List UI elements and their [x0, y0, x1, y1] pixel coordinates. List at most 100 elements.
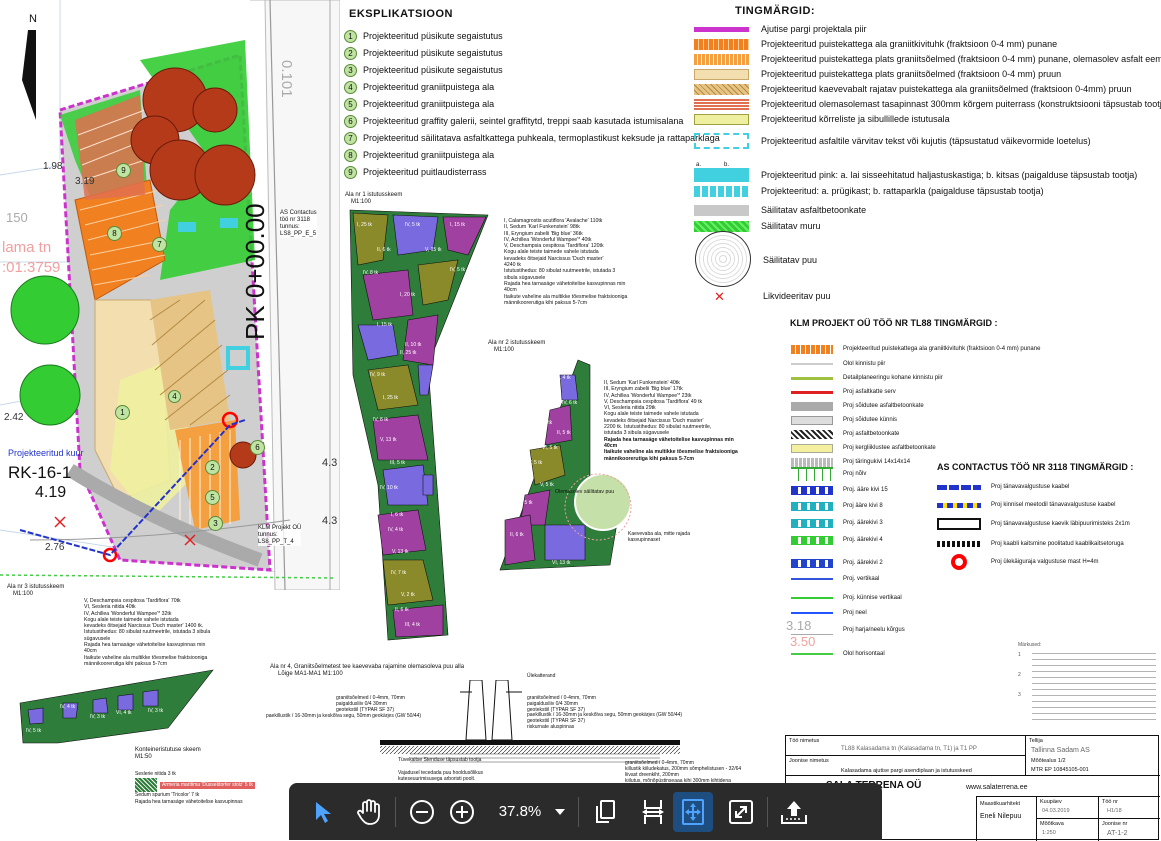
legend-text: Projekteeritud puistekattega plats grani…	[761, 53, 1161, 64]
klm-swatch	[791, 390, 833, 394]
item-text: Projekteeritud püsikute segaistutus	[363, 30, 503, 41]
fit-page-button[interactable]	[673, 791, 713, 832]
page-view-button[interactable]	[585, 792, 625, 832]
contactus-item: Proj ülekäiguraja valgustuse mast H=4m	[937, 553, 1099, 571]
legend-text: Ajutise pargi projektala piir	[761, 23, 867, 34]
fit-width-icon	[642, 799, 664, 824]
harja-value: 3.18	[786, 618, 812, 633]
cursor-arrow-icon	[316, 801, 331, 823]
contactus-text: Proj kinnisel meetodil tänavavalgustuse …	[991, 501, 1116, 508]
klm-swatch	[791, 401, 833, 411]
section-extra-label: Ülekatterand	[527, 673, 556, 679]
legend-item: Ajutise pargi projektala piir	[694, 21, 867, 37]
area-marker: 7	[152, 237, 167, 252]
bin-swatch	[694, 185, 749, 197]
contactus-text: Proj ülekäiguraja valgustuse mast H=4m	[991, 558, 1099, 565]
legend-text: Projekteeritud puistekattega plats grani…	[761, 68, 1062, 79]
legend-item: Projekteeritud kaevevabalt rajatav puist…	[694, 81, 1132, 97]
viewer-toolbar: 37.8%	[289, 783, 882, 840]
legend-title: TINGMÄRGID:	[735, 5, 816, 17]
contactus-item: Proj kinnisel meetodil tänavavalgustuse …	[937, 496, 1115, 514]
klm-text: Proj harja/neelu kõrgus	[843, 626, 905, 633]
klm-swatch	[791, 485, 833, 495]
item-text: Projekteeritud graniitpuistega ala	[363, 98, 495, 109]
planting-plan-3	[19, 669, 214, 744]
container-title: Konteineristutuse skeem M1:50	[135, 747, 201, 760]
klm-swatch	[791, 653, 833, 655]
fit-page-icon	[682, 798, 704, 825]
legend-text: Säilitatav muru	[761, 220, 821, 231]
cadastral-label: 2.76	[45, 542, 65, 553]
legend-swatch	[694, 26, 749, 32]
item-text: Projekteeritud puitlaudisterrass	[363, 166, 487, 177]
toolbar-separator	[767, 796, 768, 827]
klm-swatch	[791, 535, 833, 545]
plan2-notes: II, Sedum 'Karl Funkenstein' 40tk III, Er…	[604, 380, 738, 462]
contactus-item: Proj tänavavalgustuse kaabel	[937, 478, 1069, 496]
explanation-item: 9 Projekteeritud puitlaudisterrass	[344, 162, 487, 182]
legend-text: Projekteeritud kõrreliste ja sibullilled…	[761, 113, 950, 124]
legend-item: Projekteeritud puistekattega ala graniit…	[694, 36, 1057, 52]
klm-text: Proj ääre kivi 8	[843, 502, 883, 509]
klm-text: Proj kergliiklustee asfaltbetoonkate	[843, 444, 936, 451]
remove-tree-icon: ✕	[714, 289, 725, 304]
zoom-out-button[interactable]	[402, 792, 442, 832]
upload-icon	[781, 800, 807, 824]
item-number: 1	[344, 29, 357, 43]
cadastral-label: 3.19	[75, 176, 95, 187]
legend-b-label: b.	[724, 162, 730, 168]
klm-item: Proj nõlv	[791, 466, 866, 482]
container-swatch	[135, 778, 157, 792]
klm-item: Proj. äärekivi 4	[791, 532, 883, 548]
legend-item: Projekteeritud asfaltile värvitav tekst …	[694, 133, 1091, 149]
contactus-text: Proj kaabli kaitsmine poolitatud kaablik…	[991, 540, 1124, 547]
contactus-swatch	[937, 502, 981, 508]
cadastral-label: lama tn	[2, 239, 52, 256]
explanation-title: EKSPLIKATSIOON	[349, 8, 453, 20]
klm-text: Proj asfaltbetoonkate	[843, 430, 900, 437]
date-cell: Kuupäev 04.03.2019	[1036, 796, 1098, 818]
klm-text: Olol kinnistu piir	[843, 360, 886, 367]
copy-pages-icon	[596, 799, 615, 823]
legend-swatch	[694, 98, 749, 110]
chevron-down-icon	[555, 808, 565, 815]
klm-swatch	[791, 518, 833, 528]
zoom-level[interactable]: 37.8%	[492, 803, 548, 820]
klm-text: Proj neel	[843, 609, 867, 616]
klm-swatch	[791, 612, 833, 614]
area-marker: 9	[116, 163, 131, 178]
klm-text: Proj. äärekivi 4	[843, 536, 883, 543]
klm-title: KLM PROJEKT OÜ TÖÖ NR TL88 TINGMÄRGID :	[790, 318, 998, 328]
klm-item: Olol horisontaal	[791, 646, 885, 662]
bench-swatch	[694, 168, 749, 182]
proj-kuur-label: Projekteeritud kuur	[8, 448, 84, 458]
select-tool-button[interactable]	[303, 792, 343, 832]
legend-swatch	[694, 38, 749, 50]
klm-text: Proj. ääre kivi 15	[843, 486, 888, 493]
klm-swatch	[791, 467, 833, 481]
zoom-dropdown-button[interactable]	[548, 792, 572, 832]
item-text: Projekteeritud püsikute segaistutus	[363, 47, 503, 58]
fit-width-button[interactable]	[633, 792, 673, 832]
fullscreen-button[interactable]	[721, 792, 761, 832]
zoom-in-button[interactable]	[442, 792, 482, 832]
klm-item: Proj. ääre kivi 15	[791, 482, 888, 498]
area-marker: 4	[168, 390, 181, 403]
notes-right: Märkused: 1 2 3	[1018, 642, 1156, 720]
klm-swatch	[791, 443, 833, 453]
drawing-no-cell: Joonise nr AT-1-2	[1098, 818, 1160, 841]
item-number: 4	[344, 80, 357, 94]
klm-swatch	[791, 558, 833, 568]
expand-icon	[729, 799, 753, 824]
hand-tool-button[interactable]	[349, 792, 389, 832]
upload-button[interactable]	[774, 792, 814, 832]
rk-label: RK-16-1	[8, 463, 72, 482]
klm-item: Projekteeritud puistekattega ala graniit…	[791, 341, 1040, 357]
north-label: N	[29, 13, 37, 25]
cadastral-label: 150	[6, 210, 28, 225]
section-title: Ala nr 4, Graniitsõelmetest tee kaevevab…	[270, 664, 465, 677]
klm-text: Olol horisontaal	[843, 650, 885, 657]
rk-value: 4.19	[35, 484, 67, 501]
legend-swatch	[694, 68, 749, 80]
item-text: Projekteeritud graniitpuistega ala	[363, 149, 495, 160]
